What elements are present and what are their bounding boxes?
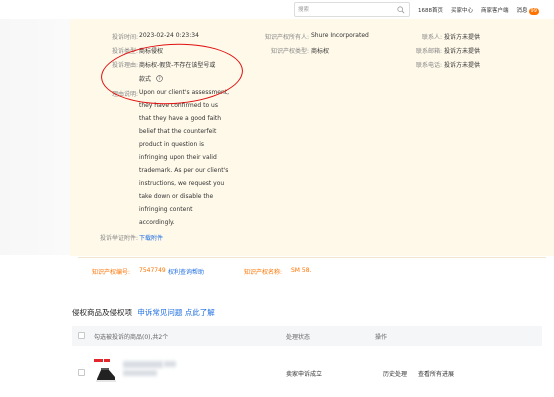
- search-icon[interactable]: [397, 6, 405, 14]
- ip-owner-label: 知识产权所有人:: [264, 34, 309, 41]
- select-all-checkbox[interactable]: [78, 332, 85, 339]
- desc-line: infringing upon their valid: [139, 154, 217, 161]
- email-value: 投诉方未提供: [444, 48, 481, 55]
- desc-line: that they have a good faith: [139, 115, 222, 122]
- ip-name-label: 知识产权名称:: [244, 269, 283, 276]
- goods-table-header: 勾选被投诉的商品(0),共2个 处理状态 操作: [72, 326, 542, 346]
- download-attachment-link[interactable]: 下载附件: [139, 233, 163, 242]
- desc-line: belief that the counterfeit: [139, 128, 217, 135]
- row-status: 卖家申诉成立: [286, 371, 323, 378]
- ip-type-value: 商标权: [311, 48, 330, 55]
- top-bar: 1688首页 买家中心 商家客户端 消息99: [0, 0, 554, 19]
- left-panel-shadow: [0, 19, 70, 255]
- top-links: 1688首页 买家中心 商家客户端 消息 99: [418, 6, 539, 15]
- ip-number-label: 知识产权编号:: [92, 269, 131, 276]
- blurred-product-extra: [164, 361, 176, 367]
- email-label: 联系邮箱:: [415, 48, 442, 55]
- link-buyer-center[interactable]: 买家中心: [451, 6, 473, 14]
- desc-line: take down or disable the: [139, 193, 214, 200]
- table-row: 卖家申诉成立 历史处理 查看所有进展: [72, 352, 542, 397]
- col-status-header: 处理状态: [286, 334, 311, 341]
- history-handling-link[interactable]: 历史处理: [383, 369, 407, 378]
- ip-owner-value: Shure Incorporated: [311, 32, 369, 39]
- ip-name-value: SM 58.: [291, 267, 312, 274]
- attachment-label: 投诉举证附件:: [99, 235, 138, 242]
- message-count-badge: 99: [528, 8, 539, 15]
- desc-line: product in question is: [139, 141, 204, 148]
- ip-type-label: 知识产权类型:: [270, 48, 309, 55]
- ip-info-box: 知识产权编号: 7547749 权利查询帮助 知识产权名称: SM 58.: [78, 257, 546, 284]
- desc-line: instructions, we request you: [139, 180, 225, 187]
- search-input[interactable]: [298, 5, 388, 15]
- appeal-faq-link[interactable]: 申诉常见问题 点此了解: [137, 308, 214, 317]
- ip-number-value: 7547749: [139, 267, 166, 274]
- messages-label: 消息: [516, 8, 528, 14]
- desc-line: accordingly.: [139, 219, 175, 226]
- blurred-product-title: [123, 361, 163, 368]
- phone-value: 投诉方未提供: [444, 62, 481, 69]
- desc-line: infringing content: [139, 206, 193, 213]
- product-thumbnail-image[interactable]: [93, 358, 119, 384]
- contact-value: 投诉方未提供: [444, 34, 481, 41]
- contact-label: 联系人:: [421, 34, 442, 41]
- view-all-progress-link[interactable]: 查看所有进展: [418, 369, 454, 378]
- ip-query-help-link[interactable]: 权利查询帮助: [168, 267, 204, 276]
- link-1688-home[interactable]: 1688首页: [418, 6, 443, 14]
- phone-label: 联系电话:: [415, 62, 442, 69]
- link-merchant-client[interactable]: 商家客户端: [481, 6, 509, 14]
- col-action-header: 操作: [375, 334, 388, 341]
- select-goods-label: 勾选被投诉的商品(0),共2个: [94, 334, 169, 341]
- search-box[interactable]: [294, 2, 410, 17]
- complaint-time-value: 2023-02-24 0:23:34: [139, 32, 199, 39]
- row-checkbox[interactable]: [78, 369, 85, 376]
- blurred-product-info: [123, 370, 157, 376]
- desc-line: trademark. As per our client's: [139, 167, 229, 174]
- link-messages[interactable]: 消息 99: [516, 6, 539, 15]
- infringing-goods-title: 侵权商品及侵权项: [72, 308, 132, 317]
- infringing-goods-header: 侵权商品及侵权项 申诉常见问题 点此了解: [72, 307, 215, 318]
- complaint-time-label: 投诉时间:: [111, 34, 138, 41]
